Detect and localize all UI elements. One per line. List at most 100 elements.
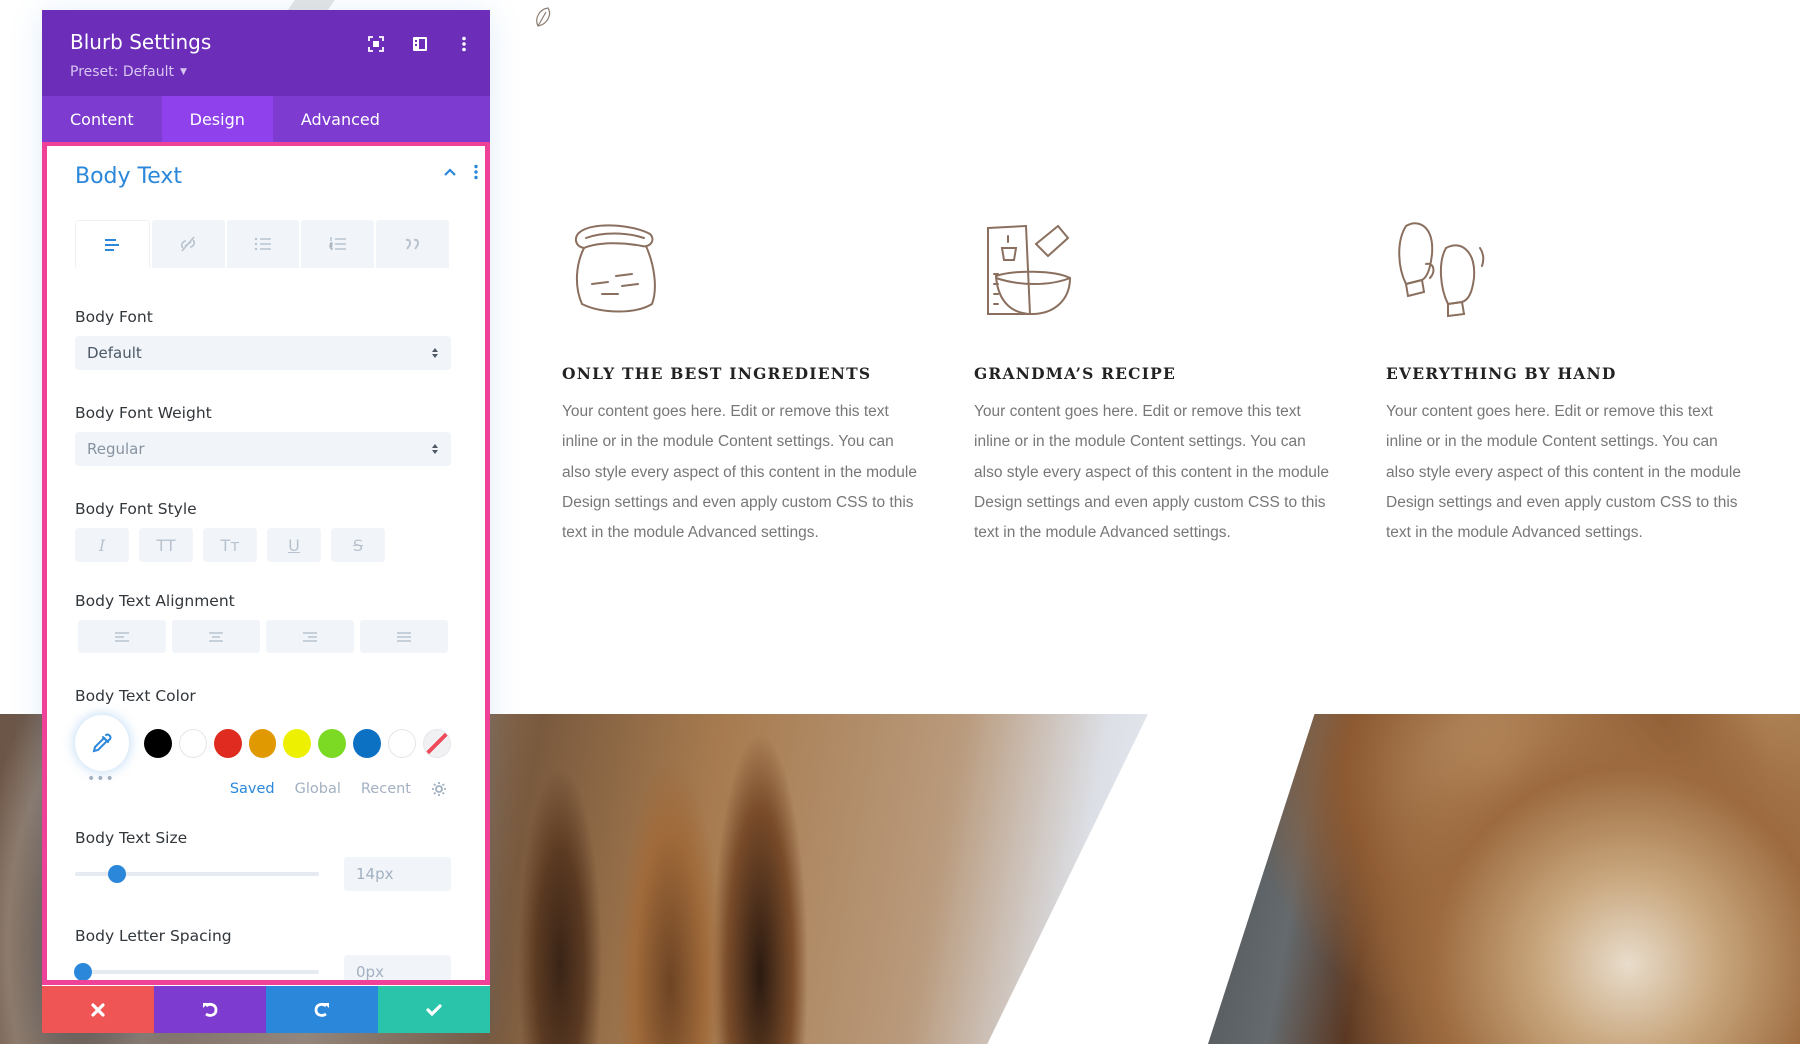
blurb-title: ONLY THE BEST INGREDIENTS: [562, 364, 872, 383]
quote-icon: [405, 238, 419, 250]
section-header[interactable]: Body Text: [47, 146, 485, 206]
color-swatch[interactable]: [283, 728, 312, 758]
body-font-weight-label: Body Font Weight: [75, 404, 212, 422]
body-font-select[interactable]: Default: [75, 336, 451, 370]
unordered-list-icon: [254, 237, 271, 251]
tab-content[interactable]: Content: [42, 96, 162, 142]
color-swatch[interactable]: [318, 728, 347, 758]
page-canvas: ONLY THE BEST INGREDIENTS Your content g…: [0, 0, 1800, 1044]
more-options-icon[interactable]: [454, 34, 474, 54]
color-tab-global[interactable]: Global: [295, 781, 341, 797]
body-text-size-label: Body Text Size: [75, 829, 188, 847]
text-type-tabs: [75, 220, 451, 268]
slider-thumb[interactable]: [74, 963, 92, 980]
select-arrows-icon: [431, 347, 439, 359]
panel-footer: [42, 986, 490, 1033]
body-font-weight-select[interactable]: Regular: [75, 432, 451, 466]
blurb-settings-panel: Blurb Settings Preset: Default ▼ Content…: [42, 10, 490, 1033]
blurb-title: EVERYTHING BY HAND: [1386, 364, 1617, 383]
link-text-icon: [181, 236, 196, 252]
tab-advanced[interactable]: Advanced: [273, 96, 408, 142]
capitalize-button[interactable]: Tт: [203, 528, 257, 562]
undo-icon: [203, 1002, 218, 1017]
palette-settings-gear-icon[interactable]: [431, 781, 447, 797]
body-text-alignment-label: Body Text Alignment: [75, 592, 235, 610]
eyedropper-icon: [92, 733, 112, 753]
italic-button[interactable]: I: [75, 528, 129, 562]
body-text-color-field: Body Text Color ••• Saved Global Recent: [75, 687, 451, 799]
subtab-paragraph[interactable]: [75, 220, 150, 268]
subtab-unordered-list[interactable]: [226, 220, 300, 268]
redo-icon: [314, 1002, 329, 1017]
body-text-color-label: Body Text Color: [75, 687, 196, 705]
body-letter-spacing-slider[interactable]: [74, 960, 319, 980]
ordered-list-icon: [329, 237, 346, 250]
slider-thumb[interactable]: [107, 865, 126, 883]
align-center-button[interactable]: [172, 620, 260, 653]
align-right-icon: [303, 631, 317, 642]
panel-header: Blurb Settings Preset: Default ▼: [42, 10, 490, 96]
color-swatch[interactable]: [213, 728, 242, 758]
body-text-size-field: Body Text Size 14px: [75, 829, 451, 891]
section-options-icon[interactable]: [473, 164, 479, 180]
close-icon: [91, 1002, 105, 1017]
redo-button[interactable]: [266, 986, 378, 1033]
align-justify-icon: [397, 631, 411, 642]
body-letter-spacing-label: Body Letter Spacing: [75, 927, 232, 945]
blurb-module[interactable]: EVERYTHING BY HAND Your content goes her…: [1386, 214, 1798, 548]
more-colors-icon[interactable]: •••: [87, 771, 115, 787]
body-letter-spacing-input[interactable]: 0px: [344, 955, 451, 980]
body-text-size-input[interactable]: 14px: [344, 857, 451, 891]
eyedropper-button[interactable]: [75, 715, 129, 771]
blurb-module[interactable]: ONLY THE BEST INGREDIENTS Your content g…: [562, 214, 974, 548]
blurb-module[interactable]: GRANDMA’S RECIPE Your content goes here.…: [974, 214, 1386, 548]
color-swatch[interactable]: [143, 728, 172, 758]
color-swatch[interactable]: [248, 728, 277, 758]
color-swatch[interactable]: [353, 728, 382, 758]
color-swatch[interactable]: [178, 728, 207, 758]
body-text-size-slider[interactable]: [75, 862, 319, 886]
muffin-photo: [1208, 714, 1800, 1044]
checkmark-icon: [426, 1003, 442, 1016]
select-arrows-icon: [431, 443, 439, 455]
align-center-icon: [209, 631, 223, 642]
align-justify-button[interactable]: [360, 620, 448, 653]
body-font-value: Default: [87, 344, 142, 362]
body-font-style-label: Body Font Style: [75, 500, 197, 518]
section-title: Body Text: [75, 163, 183, 189]
body-letter-spacing-field: Body Letter Spacing 0px: [74, 927, 451, 980]
caret-down-icon: ▼: [179, 67, 187, 77]
color-tab-recent[interactable]: Recent: [361, 781, 411, 797]
align-right-button[interactable]: [266, 620, 354, 653]
seed-sketch-icon: [536, 7, 551, 27]
chevron-up-icon[interactable]: [443, 167, 457, 177]
align-left-button[interactable]: [78, 620, 166, 653]
uppercase-button[interactable]: TT: [139, 528, 193, 562]
save-button[interactable]: [378, 986, 490, 1033]
preset-label: Preset: Default: [70, 64, 174, 80]
subtab-quote[interactable]: [376, 220, 449, 268]
slider-track: [75, 970, 319, 974]
paragraph-text-icon: [105, 238, 120, 251]
swatch-no-color[interactable]: [423, 728, 451, 758]
blurb-body: Your content goes here. Edit or remove t…: [562, 403, 917, 542]
underline-button[interactable]: U: [267, 528, 321, 562]
blurb-body: Your content goes here. Edit or remove t…: [974, 403, 1329, 542]
settings-tabs: Content Design Advanced: [42, 96, 490, 142]
discard-button[interactable]: [42, 986, 154, 1033]
subtab-link[interactable]: [151, 220, 225, 268]
strikethrough-button[interactable]: S: [331, 528, 385, 562]
focus-mode-icon[interactable]: [366, 34, 386, 54]
blurb-title: GRANDMA’S RECIPE: [974, 364, 1177, 383]
oven-mitts-icon: [1398, 222, 1485, 318]
color-tab-saved[interactable]: Saved: [230, 781, 275, 797]
body-font-weight-field: Body Font Weight Regular: [75, 404, 451, 466]
flour-sack-icon: [574, 224, 656, 313]
undo-button[interactable]: [154, 986, 266, 1033]
color-swatch[interactable]: [388, 728, 416, 758]
body-text-alignment-field: Body Text Alignment: [75, 592, 451, 653]
preset-dropdown[interactable]: Preset: Default ▼: [70, 64, 462, 80]
split-view-icon[interactable]: [410, 34, 430, 54]
subtab-ordered-list[interactable]: [301, 220, 375, 268]
tab-design[interactable]: Design: [161, 96, 273, 142]
